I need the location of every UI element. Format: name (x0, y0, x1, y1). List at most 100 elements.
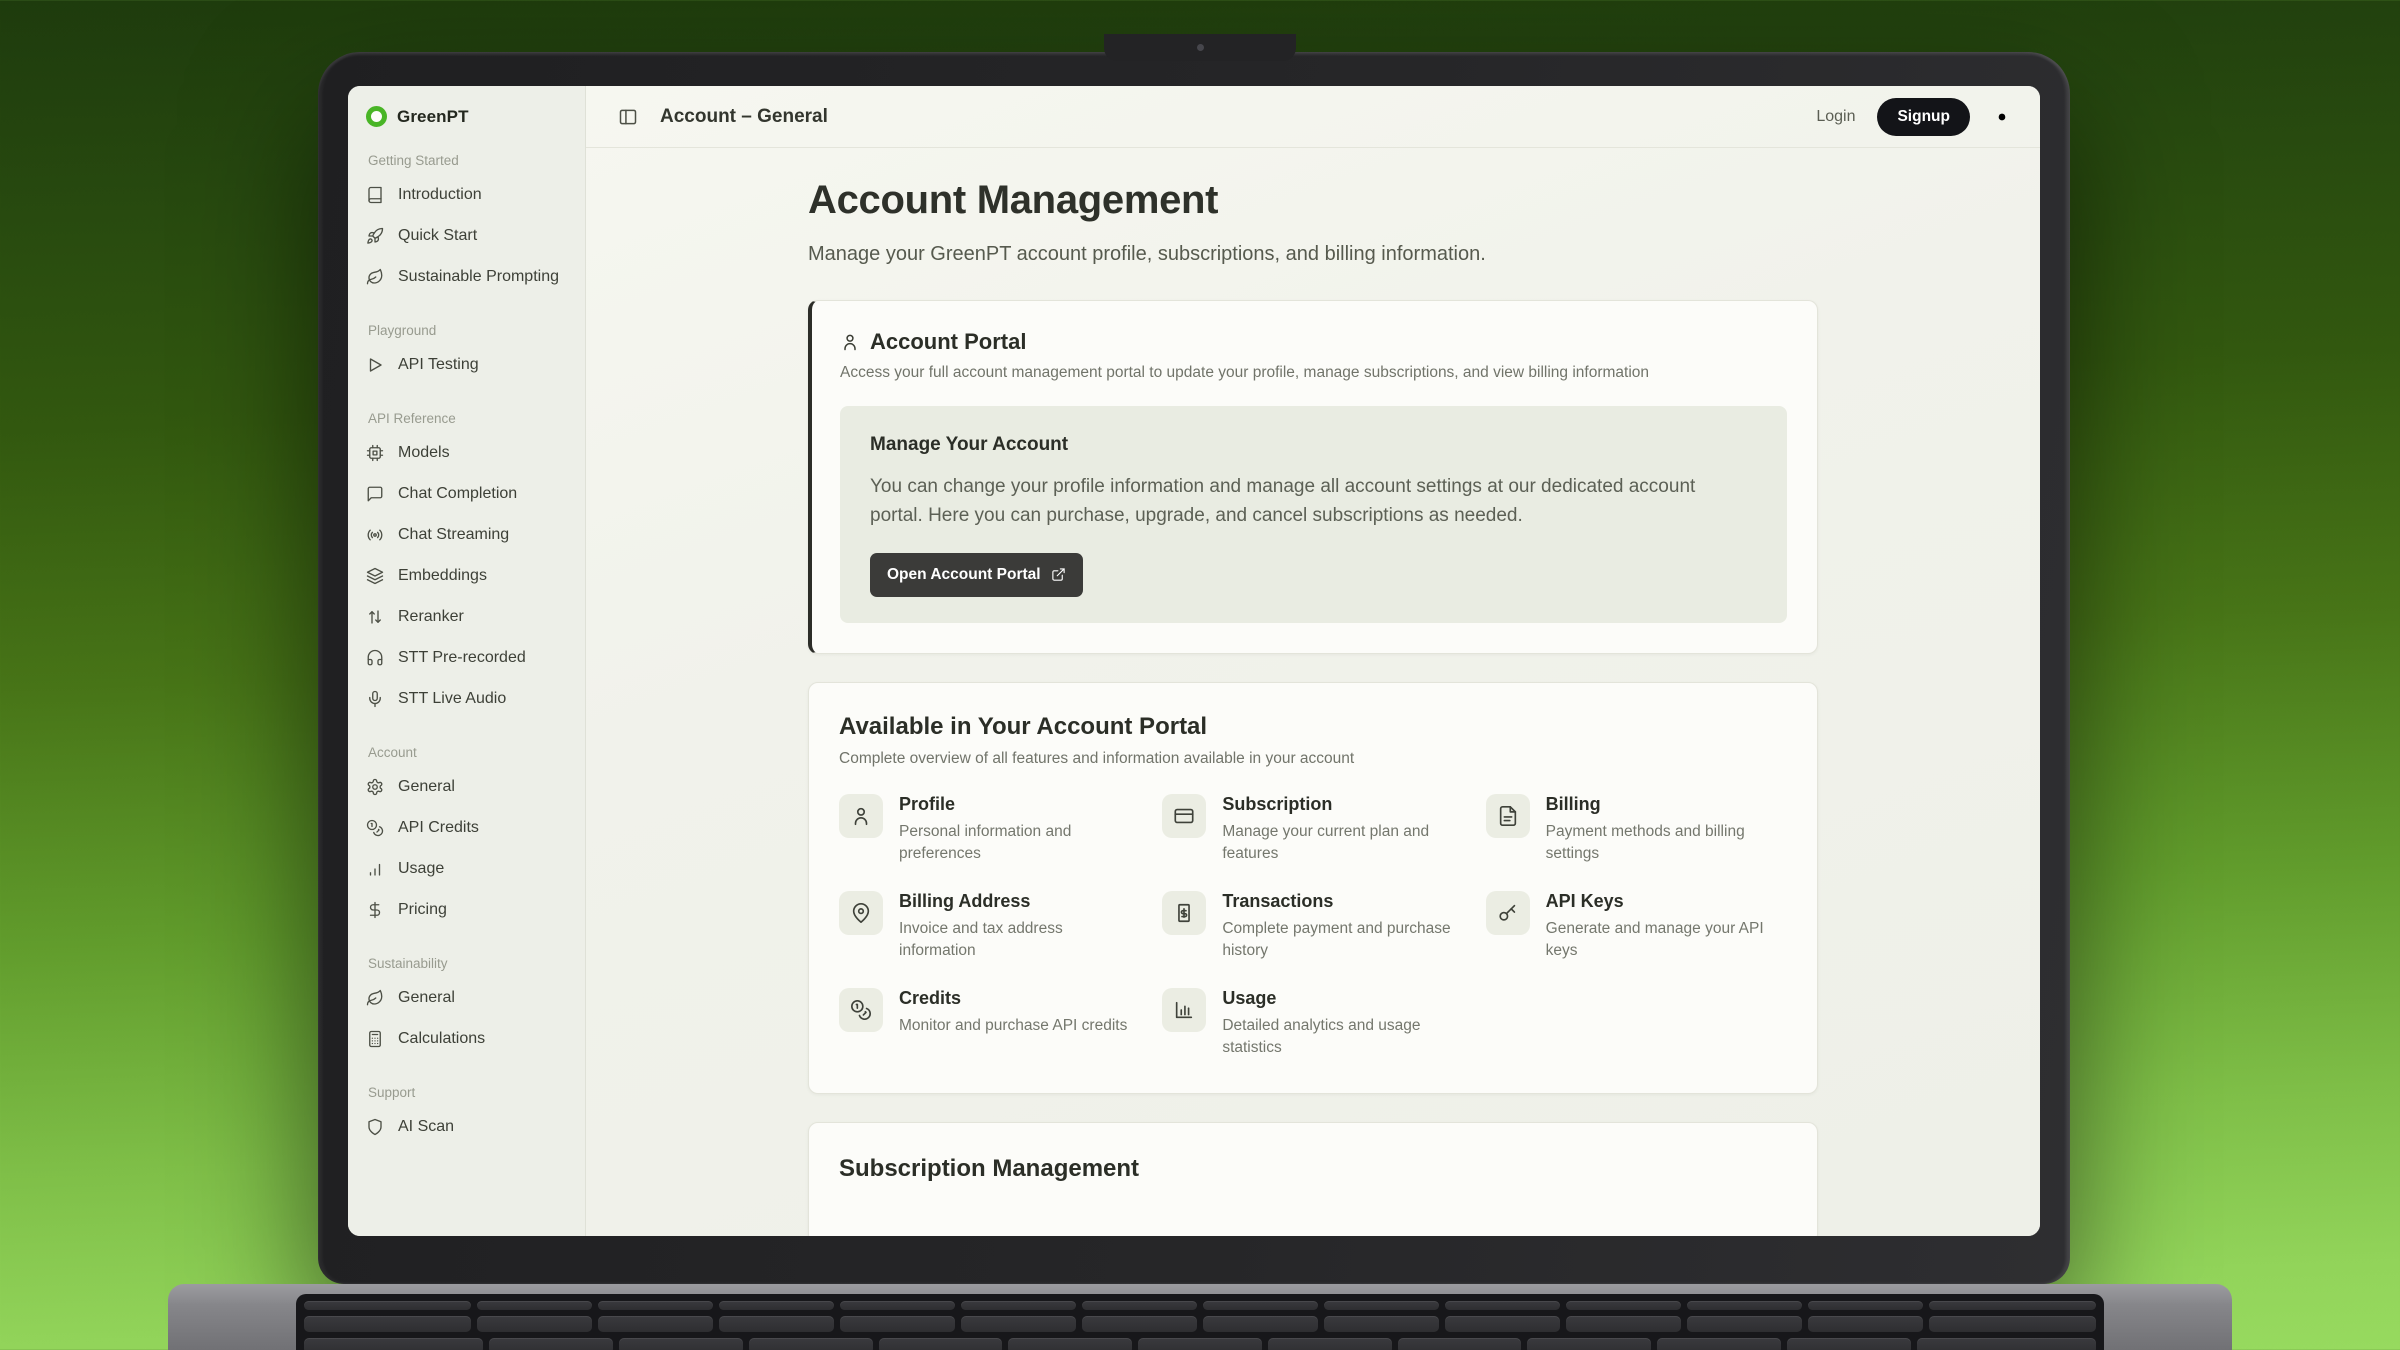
keyboard-key (1203, 1301, 1318, 1310)
sidebar-section-getting-started: Getting StartedIntroductionQuick StartSu… (366, 153, 585, 297)
feature-icon-tile (1486, 794, 1530, 838)
keyboard-key (1082, 1316, 1197, 1332)
sidebar-item-api-credits[interactable]: API Credits (366, 807, 585, 848)
feature-icon-tile (1162, 794, 1206, 838)
chat-icon (366, 485, 384, 503)
manage-account-panel: Manage Your Account You can change your … (840, 406, 1787, 623)
bars-icon (366, 860, 384, 878)
sidebar-item-label: Usage (398, 860, 444, 878)
sidebar-item-calculations[interactable]: Calculations (366, 1018, 585, 1059)
keyboard-key (879, 1338, 1003, 1350)
sidebar-item-label: Chat Completion (398, 485, 517, 503)
sidebar-item-quick-start[interactable]: Quick Start (366, 215, 585, 256)
feature-icon-tile (1162, 988, 1206, 1032)
sidebar-section-sustainability: Sustainability General Calculations (366, 956, 585, 1059)
feature-profile: Profile Personal information and preferen… (839, 794, 1140, 865)
brand-logo-icon (366, 106, 387, 127)
leaf-icon (366, 989, 384, 1007)
manage-account-body: You can change your profile information … (870, 472, 1750, 531)
keyboard-key (1138, 1338, 1262, 1350)
sidebar-section-label: Support (368, 1085, 585, 1100)
sidebar-item-ai-scan[interactable]: AI Scan (366, 1106, 585, 1147)
account-portal-description: Access your full account management port… (840, 364, 1787, 382)
sidebar-item-label: General (398, 989, 455, 1007)
sidebar-item-chat-streaming[interactable]: Chat Streaming (366, 514, 585, 555)
theme-toggle-sun-icon[interactable] (1992, 107, 2012, 127)
feature-title: Subscription (1222, 794, 1463, 815)
sidebar-item-reranker[interactable]: Reranker (366, 596, 585, 637)
feature-credits: CreditsMonitor and purchase API credits (839, 988, 1140, 1059)
user-icon (840, 332, 860, 352)
keyboard-key (840, 1316, 955, 1332)
keyboard-key (961, 1301, 1076, 1310)
keyboard-key (1566, 1316, 1681, 1332)
page-title: Account Management (808, 178, 1818, 223)
laptop-keyboard (296, 1294, 2104, 1350)
feature-description: Manage your current plan and features (1222, 821, 1463, 865)
rocket-icon (366, 227, 384, 245)
sidebar-item-sustainable-prompting[interactable]: Sustainable Prompting (366, 256, 585, 297)
pin-icon (850, 902, 872, 924)
keyboard-key (477, 1316, 592, 1332)
sidebar-toggle-icon[interactable] (618, 107, 638, 127)
portal-features-subtitle: Complete overview of all features and in… (839, 750, 1787, 768)
sidebar-section-playground: PlaygroundAPI Testing (366, 323, 585, 385)
feature-title: Billing (1546, 794, 1787, 815)
sidebar-section-api-reference: API ReferenceModelsChat CompletionChat S… (366, 411, 585, 719)
topbar: Account – General Login Signup (586, 86, 2040, 148)
sidebar-item-general[interactable]: General (366, 977, 585, 1018)
card-icon (1173, 805, 1195, 827)
feature-description: Monitor and purchase API credits (899, 1015, 1127, 1037)
keyboard-key (1808, 1316, 1923, 1332)
feature-title: Transactions (1222, 891, 1463, 912)
signup-button[interactable]: Signup (1877, 98, 1970, 136)
keyboard-key (840, 1301, 955, 1310)
portal-features-card: Available in Your Account Portal Complet… (808, 682, 1818, 1094)
keyboard-key (1657, 1338, 1781, 1350)
sidebar-item-models[interactable]: Models (366, 432, 585, 473)
sidebar-sections: Getting StartedIntroductionQuick StartSu… (366, 153, 585, 1147)
sidebar-item-label: Quick Start (398, 227, 477, 245)
brand-name: GreenPT (397, 107, 469, 127)
topbar-actions: Login Signup (1816, 98, 2012, 136)
feature-description: Personal information and preferences (899, 821, 1140, 865)
sidebar-item-chat-completion[interactable]: Chat Completion (366, 473, 585, 514)
keyboard-key (1566, 1301, 1681, 1310)
keyboard-key (1929, 1301, 2096, 1310)
breadcrumb-title: Account – General (660, 106, 828, 128)
feature-description: Generate and manage your API keys (1546, 918, 1787, 962)
sidebar-item-label: STT Live Audio (398, 690, 506, 708)
laptop-base (168, 1284, 2232, 1350)
keyboard-key (304, 1338, 483, 1350)
feature-title: Profile (899, 794, 1140, 815)
keyboard-key (1203, 1316, 1318, 1332)
feature-description: Invoice and tax address information (899, 918, 1140, 962)
sidebar-item-introduction[interactable]: Introduction (366, 174, 585, 215)
sidebar-item-stt-pre-recorded[interactable]: STT Pre-recorded (366, 637, 585, 678)
keyboard-key (1929, 1316, 2096, 1332)
laptop-camera (1197, 44, 1204, 51)
sidebar-section-label: Sustainability (368, 956, 585, 971)
keyboard-key (1687, 1316, 1802, 1332)
sidebar-item-api-testing[interactable]: API Testing (366, 344, 585, 385)
keyboard-key (1808, 1301, 1923, 1310)
sidebar-item-pricing[interactable]: Pricing (366, 889, 585, 930)
chart-icon (1173, 999, 1195, 1021)
open-account-portal-button[interactable]: Open Account Portal (870, 553, 1083, 597)
sidebar-item-label: API Testing (398, 356, 479, 374)
sidebar-section-label: Account (368, 745, 585, 760)
sidebar-item-label: Reranker (398, 608, 464, 626)
sidebar-item-usage[interactable]: Usage (366, 848, 585, 889)
keyboard-key (1268, 1338, 1392, 1350)
sidebar-item-label: STT Pre-recorded (398, 649, 526, 667)
feature-title: API Keys (1546, 891, 1787, 912)
brand-logo[interactable]: GreenPT (366, 106, 585, 127)
keyboard-key (1324, 1301, 1439, 1310)
login-link[interactable]: Login (1816, 108, 1855, 126)
sidebar-item-embeddings[interactable]: Embeddings (366, 555, 585, 596)
sidebar-item-stt-live-audio[interactable]: STT Live Audio (366, 678, 585, 719)
keyboard-key (304, 1316, 471, 1332)
leaf-icon (366, 268, 384, 286)
sidebar-item-general[interactable]: General (366, 766, 585, 807)
keyboard-key (1687, 1301, 1802, 1310)
